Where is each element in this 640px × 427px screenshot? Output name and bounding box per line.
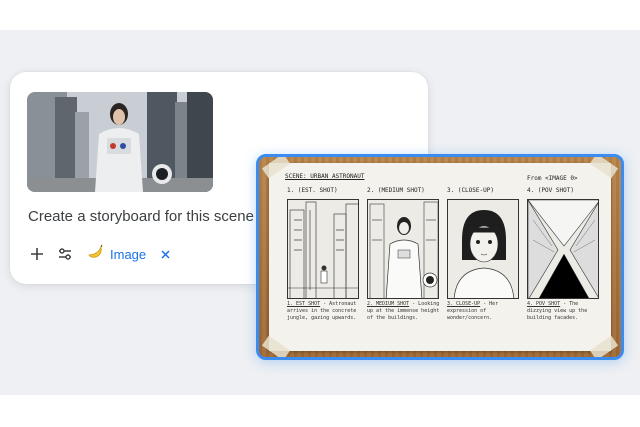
- panel-caption-title: 2. MEDIUM SHOT: [367, 301, 410, 307]
- image-chip-label: Image: [110, 246, 147, 262]
- storyboard-scene-title: SCENE: URBAN ASTRONAUT: [285, 173, 365, 180]
- storyboard-source-label: From <IMAGE 0>: [527, 175, 578, 182]
- banana-icon: [86, 243, 104, 266]
- image-chip[interactable]: Image: [86, 242, 172, 266]
- panel-caption: 1. EST SHOT - Astronaut arrives in the c…: [287, 301, 365, 322]
- panel-caption: 2. MEDIUM SHOT - Looking up at the immen…: [367, 301, 445, 322]
- sliders-icon[interactable]: [54, 243, 76, 265]
- panel-label: 2. (MEDIUM SHOT): [367, 187, 425, 194]
- storyboard-sheet: SCENE: URBAN ASTRONAUT From <IMAGE 0> 1.…: [261, 157, 619, 357]
- panel-caption-title: 4. POV SHOT: [527, 301, 561, 307]
- panel-caption: 4. POV SHOT - The dizzying view up the b…: [527, 301, 605, 322]
- storyboard-result[interactable]: SCENE: URBAN ASTRONAUT From <IMAGE 0> 1.…: [256, 154, 624, 360]
- panel-label: 3. (CLOSE-UP): [447, 187, 494, 194]
- panel-label: 4. (POV SHOT): [527, 187, 574, 194]
- plus-icon[interactable]: [26, 243, 48, 265]
- panel-label: 1. (EST. SHOT): [287, 187, 338, 194]
- panel-sketch-closeup: [447, 199, 519, 299]
- panel-caption-title: 1. EST SHOT: [287, 301, 321, 307]
- reference-image-thumbnail[interactable]: [27, 92, 213, 192]
- panel-sketch-establishing: [287, 199, 359, 299]
- panel-sketch-pov: [527, 199, 599, 299]
- panel-sketch-medium: [367, 199, 439, 299]
- panel-caption-title: 3. CLOSE-UP: [447, 301, 481, 307]
- prompt-toolbar: Image: [26, 242, 172, 266]
- panel-caption: 3. CLOSE-UP - Her expression of wonder/c…: [447, 301, 525, 322]
- close-icon[interactable]: [158, 247, 172, 261]
